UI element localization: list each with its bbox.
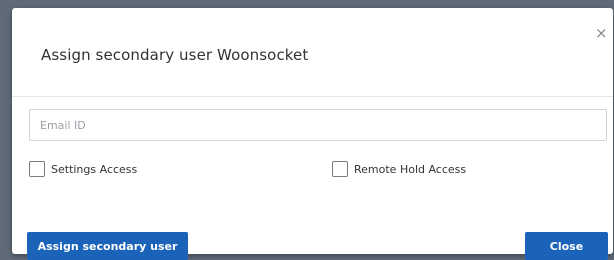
remote-hold-access-checkbox[interactable]	[332, 161, 348, 177]
email-field[interactable]	[29, 109, 607, 141]
assign-secondary-user-dialog: Assign secondary user Woonsocket × Setti…	[12, 8, 613, 260]
remote-hold-access-label: Remote Hold Access	[354, 162, 467, 176]
dialog-title: Assign secondary user Woonsocket	[41, 46, 309, 64]
settings-access-option[interactable]: Settings Access	[29, 161, 137, 177]
settings-access-checkbox[interactable]	[29, 161, 45, 177]
assign-secondary-user-button[interactable]: Assign secondary user	[27, 232, 188, 260]
close-icon[interactable]: ×	[595, 24, 608, 42]
dialog-header: Assign secondary user Woonsocket ×	[12, 8, 613, 97]
remote-hold-access-option[interactable]: Remote Hold Access	[332, 161, 466, 177]
settings-access-label: Settings Access	[51, 162, 138, 176]
close-button[interactable]: Close	[525, 232, 608, 260]
